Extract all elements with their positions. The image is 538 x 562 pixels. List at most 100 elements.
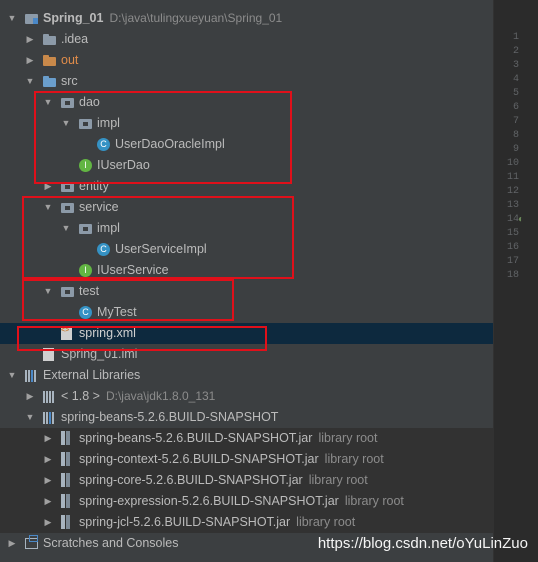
collapse-arrow-icon[interactable]: ▶	[43, 449, 53, 470]
tree-row-idea[interactable]: ▶ .idea	[0, 29, 493, 50]
package-icon	[79, 117, 93, 130]
tree-row-jar[interactable]: ▶ spring-beans-5.2.6.BUILD-SNAPSHOT.jar l…	[0, 428, 493, 449]
collapse-arrow-icon[interactable]: ▶	[7, 533, 17, 554]
iuserdao-label: IUserDao	[97, 158, 150, 172]
editor-gutter: ◐ 1 2 3 4 5 6 7 8 9 10 11 12 13 14 15 16 17 18	[493, 0, 538, 562]
tree-row-jar[interactable]: ▶ spring-core-5.2.6.BUILD-SNAPSHOT.jar li…	[0, 470, 493, 491]
iml-label: Spring_01.iml	[61, 347, 138, 361]
jar-name: spring-jcl-5.2.6.BUILD-SNAPSHOT.jar	[79, 515, 291, 529]
package-icon	[79, 222, 93, 235]
tree-row-jdk[interactable]: ▶ < 1.8 > D:\java\jdk1.8.0_131	[0, 386, 493, 407]
expand-arrow-icon[interactable]: ▼	[61, 218, 71, 239]
expand-arrow-icon[interactable]: ▼	[43, 92, 53, 113]
line-number: 8	[512, 130, 519, 141]
line-number: 11	[506, 172, 519, 183]
tree-row-userdaooracleimpl[interactable]: C UserDaoOracleImpl	[0, 134, 493, 155]
tree-row-dao[interactable]: ▼ dao	[0, 92, 493, 113]
tree-row-userserviceimpl[interactable]: C UserServiceImpl	[0, 239, 493, 260]
line-number: 17	[506, 256, 519, 267]
tree-row-iml[interactable]: Spring_01.iml	[0, 344, 493, 365]
collapse-arrow-icon[interactable]: ▶	[25, 29, 35, 50]
jdk-name: < 1.8 >	[61, 389, 100, 403]
tree-row-jar[interactable]: ▶ spring-jcl-5.2.6.BUILD-SNAPSHOT.jar lib…	[0, 512, 493, 533]
line-number: 15	[506, 228, 519, 239]
tree-row-spring-xml[interactable]: spring.xml	[0, 320, 493, 344]
expand-arrow-icon[interactable]: ▼	[7, 8, 17, 29]
package-icon	[61, 285, 75, 298]
jar-name: spring-core-5.2.6.BUILD-SNAPSHOT.jar	[79, 473, 303, 487]
out-label: out	[61, 53, 79, 67]
tree-row-service[interactable]: ▼ service	[0, 197, 493, 218]
collapse-arrow-icon[interactable]: ▶	[43, 428, 53, 449]
jdk-path: D:\java\jdk1.8.0_131	[105, 389, 216, 403]
dao-label: dao	[79, 95, 100, 109]
library-root-tag: library root	[308, 473, 368, 487]
line-number: 12	[506, 186, 519, 197]
service-impl-label: impl	[97, 221, 120, 235]
tree-row-src[interactable]: ▼ src	[0, 71, 493, 92]
library-root-tag: library root	[318, 431, 378, 445]
project-path: D:\java\tulingxueyuan\Spring_01	[109, 11, 283, 25]
expand-arrow-icon[interactable]: ▼	[43, 197, 53, 218]
jar-label: spring-core-5.2.6.BUILD-SNAPSHOT.jar libr…	[79, 470, 368, 491]
expand-arrow-icon[interactable]: ▼	[43, 281, 53, 302]
expand-arrow-icon[interactable]: ▼	[25, 407, 35, 428]
jar-icon	[61, 473, 70, 487]
idea-label: .idea	[61, 32, 89, 46]
package-icon	[61, 180, 75, 193]
libraries-icon	[25, 370, 38, 382]
tree-row-service-impl[interactable]: ▼ impl	[0, 218, 493, 239]
dao-impl-label: impl	[97, 116, 120, 130]
expand-arrow-icon[interactable]: ▼	[61, 113, 71, 134]
watermark: https://blog.csdn.net/oYuLinZuo	[317, 535, 528, 552]
jar-icon	[61, 431, 70, 445]
iuserservice-label: IUserService	[97, 263, 169, 277]
library-icon	[43, 412, 56, 424]
tree-row-mytest[interactable]: C MyTest	[0, 302, 493, 323]
tree-row-entity[interactable]: ▶ entity	[0, 176, 493, 197]
scratches-label: Scratches and Consoles	[43, 536, 179, 550]
jar-name: spring-beans-5.2.6.BUILD-SNAPSHOT.jar	[79, 431, 313, 445]
library-root-tag: library root	[344, 494, 404, 508]
expand-arrow-icon[interactable]: ▼	[25, 71, 35, 92]
line-number: 7	[512, 116, 519, 127]
collapse-arrow-icon[interactable]: ▶	[43, 176, 53, 197]
line-number: 4	[512, 74, 519, 85]
project-name: Spring_01	[43, 11, 104, 25]
interface-icon: I	[79, 264, 92, 277]
jdk-label: < 1.8 > D:\java\jdk1.8.0_131	[61, 386, 215, 407]
collapse-arrow-icon[interactable]: ▶	[25, 50, 35, 71]
tree-row-dao-impl[interactable]: ▼ impl	[0, 113, 493, 134]
tree-row-project-root[interactable]: ▼ Spring_01 D:\java\tulingxueyuan\Spring_…	[0, 8, 493, 29]
library-root-tag: library root	[324, 452, 384, 466]
jar-name: spring-expression-5.2.6.BUILD-SNAPSHOT.j…	[79, 494, 339, 508]
collapse-arrow-icon[interactable]: ▶	[43, 512, 53, 533]
test-label: test	[79, 284, 100, 298]
line-number: 14	[506, 214, 519, 225]
tree-row-iuserdao[interactable]: I IUserDao	[0, 155, 493, 176]
library-root-tag: library root	[296, 515, 356, 529]
line-number: 6	[512, 102, 519, 113]
class-icon: C	[97, 243, 110, 256]
jar-icon	[61, 494, 70, 508]
tree-row-test[interactable]: ▼ test	[0, 281, 493, 302]
excluded-folder-icon	[43, 54, 57, 67]
collapse-arrow-icon[interactable]: ▶	[43, 470, 53, 491]
tree-row-jar[interactable]: ▶ spring-context-5.2.6.BUILD-SNAPSHOT.ja…	[0, 449, 493, 470]
collapse-arrow-icon[interactable]: ▶	[25, 386, 35, 407]
line-number: 5	[512, 88, 519, 99]
tree-row-external-libraries[interactable]: ▼ External Libraries	[0, 365, 493, 386]
tree-row-jar[interactable]: ▶ spring-expression-5.2.6.BUILD-SNAPSHOT…	[0, 491, 493, 512]
tree-row-out[interactable]: ▶ out	[0, 50, 493, 71]
line-number: 18	[506, 270, 519, 281]
line-number: 2	[512, 46, 519, 57]
expand-arrow-icon[interactable]: ▼	[7, 365, 17, 386]
project-tree[interactable]: ▼ Spring_01 D:\java\tulingxueyuan\Spring_…	[0, 6, 493, 562]
collapse-arrow-icon[interactable]: ▶	[43, 491, 53, 512]
entity-label: entity	[79, 179, 109, 193]
tree-row-iuserservice[interactable]: I IUserService	[0, 260, 493, 281]
module-folder-icon	[25, 12, 39, 25]
class-icon: C	[79, 306, 92, 319]
tree-row-spring-beans-lib[interactable]: ▼ spring-beans-5.2.6.BUILD-SNAPSHOT	[0, 407, 493, 428]
line-number: 16	[506, 242, 519, 253]
